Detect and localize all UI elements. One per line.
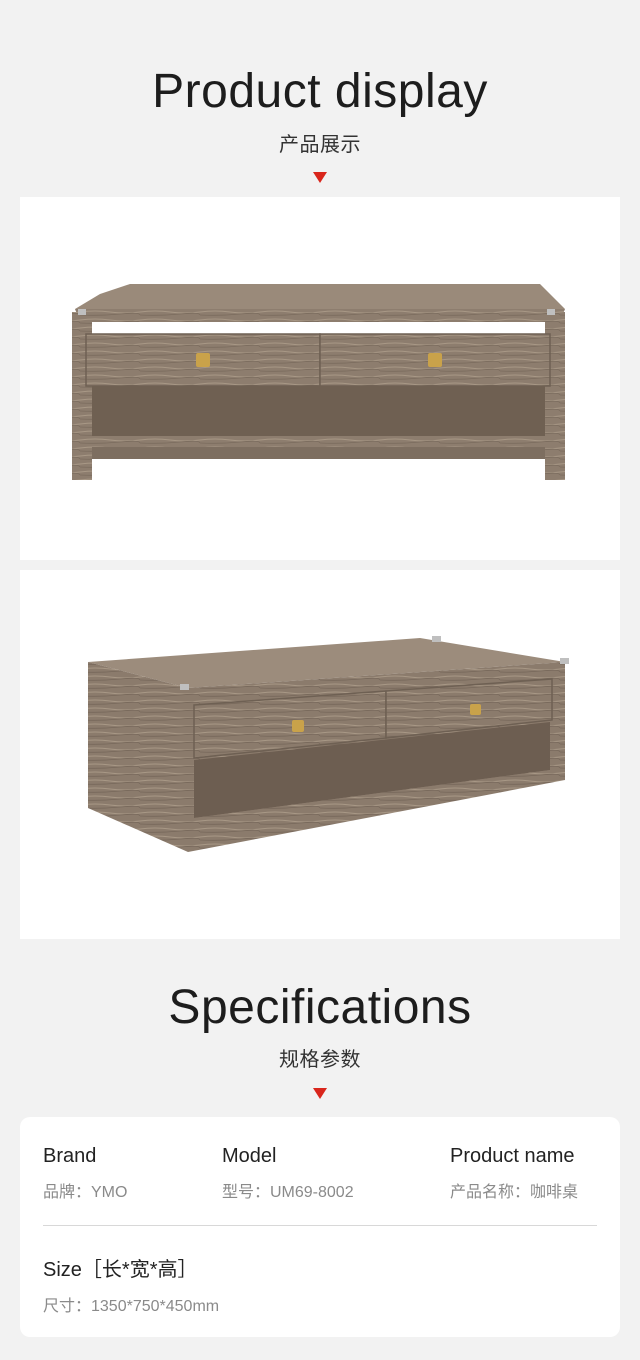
spec-brand-label: Brand [43,1145,97,1167]
specifications-card: Brand 品牌：YMO Model 型号：UM69-8002 Product … [20,1117,620,1337]
spec-size-value: 尺寸：1350*750*450mm [43,1298,220,1315]
product-display-subtitle: 产品展示 [279,134,361,156]
spec-size: Size［长*宽*高］ 尺寸：1350*750*450mm [43,1253,219,1316]
spec-product-name-value: 产品名称：咖啡桌 [450,1184,579,1201]
coffee-table-front-image [72,284,565,480]
spec-product-name-label: Product name [450,1145,575,1167]
spec-size-label: Size［长*宽*高］ [43,1259,198,1281]
down-triangle-icon [313,1088,327,1099]
product-photo-angle [20,570,620,939]
spec-model-label: Model [222,1145,277,1167]
product-display-title: Product display [152,65,488,118]
product-photo-front [20,197,620,560]
spec-divider [43,1225,597,1226]
specifications-title: Specifications [168,981,472,1034]
spec-brand: Brand 品牌：YMO [43,1145,127,1202]
spec-brand-value: 品牌：YMO [43,1184,128,1201]
specifications-subtitle: 规格参数 [279,1049,361,1071]
down-triangle-icon [313,172,327,183]
spec-model: Model 型号：UM69-8002 [222,1145,354,1202]
coffee-table-angle-image [88,636,569,852]
spec-product-name: Product name 产品名称：咖啡桌 [450,1145,578,1202]
spec-model-value: 型号：UM69-8002 [222,1184,354,1201]
